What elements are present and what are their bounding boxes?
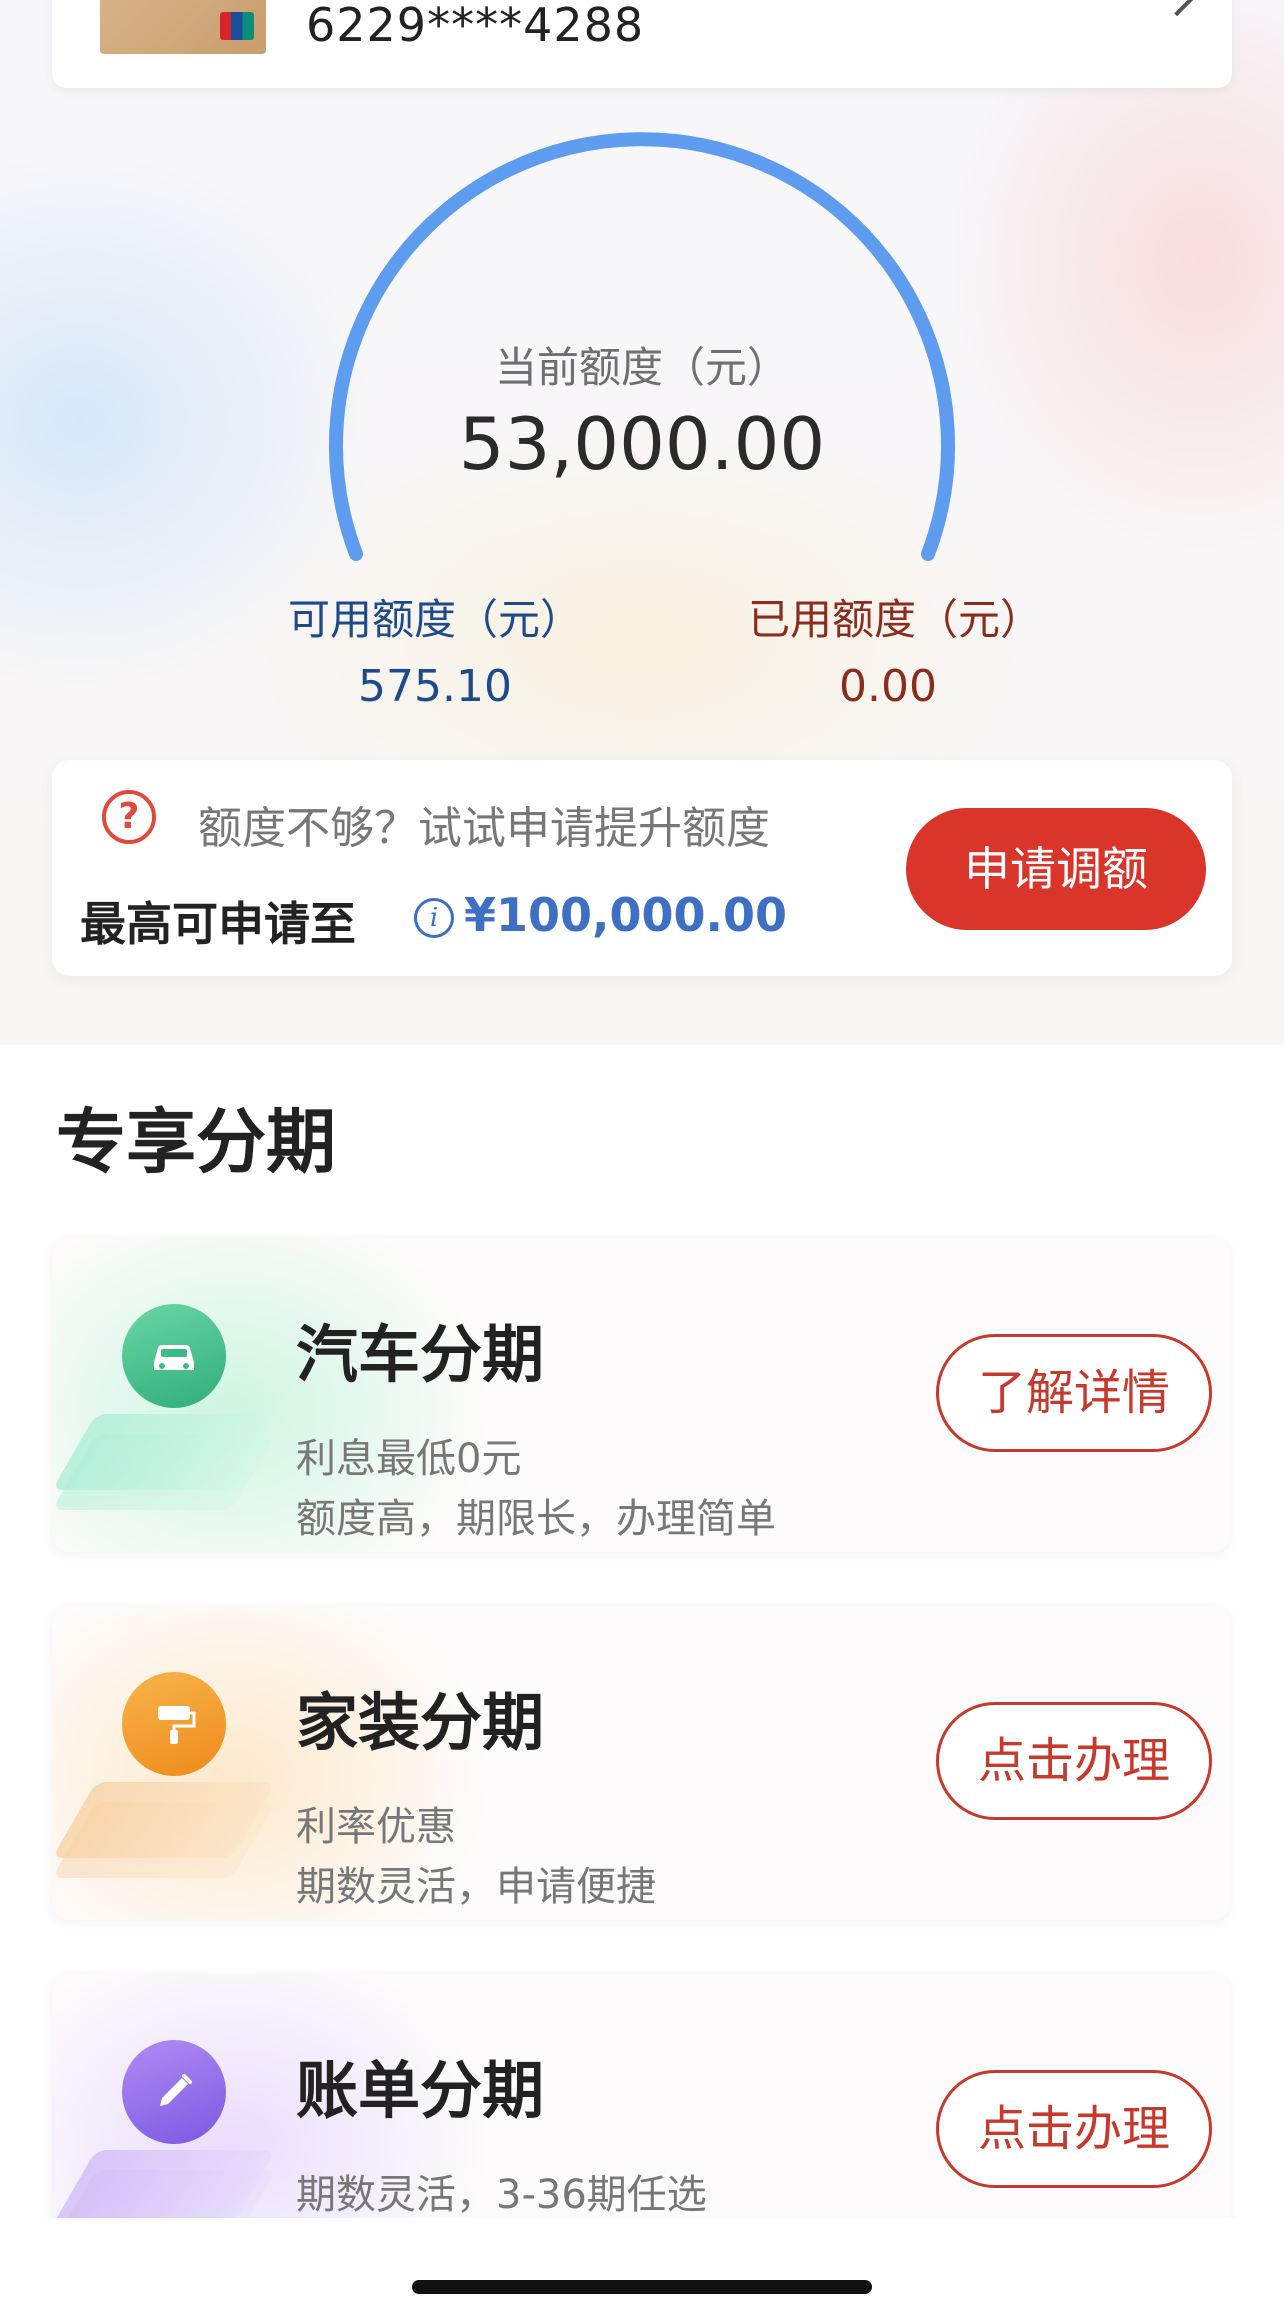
unionpay-logo <box>220 12 254 40</box>
bank-card-thumbnail <box>100 0 266 54</box>
car-icon <box>122 1304 226 1408</box>
chevron-right-icon[interactable] <box>1155 0 1199 17</box>
question-icon: ? <box>102 790 156 844</box>
product-desc-1: 利息最低0元 <box>296 1436 522 1482</box>
product-desc-2: 额度高，期限长，办理简单 <box>296 1496 776 1542</box>
apply-button[interactable]: 点击办理 <box>936 2070 1212 2188</box>
used-quota: 已用额度（元） 0.00 <box>748 586 1043 712</box>
max-apply-label: 最高可申请至 <box>80 897 356 951</box>
used-quota-label: 已用额度（元） <box>748 595 1043 644</box>
product-title: 账单分期 <box>296 2054 545 2127</box>
current-quota-label: 当前额度（元） <box>494 343 789 392</box>
section-title: 专享分期 <box>56 1101 336 1183</box>
available-quota: 可用额度（元） 575.10 <box>270 586 600 712</box>
used-quota-value: 0.00 <box>839 661 937 712</box>
pencil-icon <box>122 2040 226 2144</box>
home-indicator[interactable] <box>412 2280 872 2294</box>
bank-card-row[interactable]: 6229****4288 <box>52 0 1232 88</box>
available-quota-value: 575.10 <box>358 661 512 712</box>
available-quota-label: 可用额度（元） <box>287 595 582 644</box>
paint-roller-icon <box>122 1672 226 1776</box>
current-quota-value: 53,000.00 <box>458 402 826 486</box>
apply-raise-button[interactable]: 申请调额 <box>906 808 1206 930</box>
info-icon[interactable]: i <box>414 898 454 938</box>
learn-more-button[interactable]: 了解详情 <box>936 1334 1212 1452</box>
product-desc-1: 利率优惠 <box>296 1804 456 1850</box>
product-title: 家装分期 <box>296 1686 545 1759</box>
product-desc-2: 期数灵活，申请便捷 <box>296 1864 656 1910</box>
max-apply-amount: ¥100,000.00 <box>464 888 788 942</box>
product-desc-1: 期数灵活，3-36期任选 <box>296 2172 707 2218</box>
raise-quota-card: ? 额度不够？试试申请提升额度 最高可申请至 i ¥100,000.00 申请调… <box>52 760 1232 976</box>
product-title: 汽车分期 <box>296 1318 545 1391</box>
card-number: 6229****4288 <box>306 0 645 52</box>
apply-button[interactable]: 点击办理 <box>936 1702 1212 1820</box>
bottom-safe-area <box>0 2218 1284 2320</box>
raise-quota-hint: 额度不够？试试申请提升额度 <box>198 803 770 854</box>
product-card-home[interactable]: 家装分期 利率优惠 期数灵活，申请便捷 点击办理 <box>52 1606 1230 1920</box>
product-card-car[interactable]: 汽车分期 利息最低0元 额度高，期限长，办理简单 了解详情 <box>52 1238 1230 1552</box>
